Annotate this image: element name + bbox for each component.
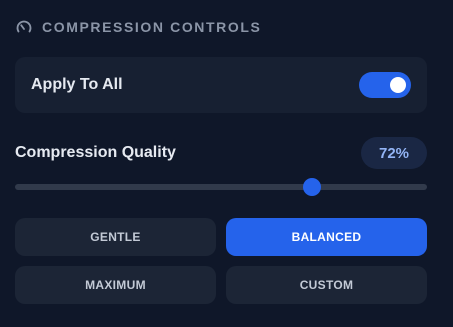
gauge-icon [16, 20, 32, 33]
apply-to-all-label: Apply To All [31, 76, 123, 93]
preset-maximum-button[interactable]: MAXIMUM [15, 266, 216, 304]
panel-header: COMPRESSION CONTROLS [16, 16, 261, 38]
quality-label: Compression Quality [15, 144, 176, 161]
quality-row: Compression Quality 72% [15, 137, 427, 169]
compression-controls-panel: COMPRESSION CONTROLS Apply To All Compre… [0, 0, 453, 327]
panel-title: COMPRESSION CONTROLS [42, 19, 262, 35]
apply-to-all-toggle[interactable] [359, 72, 411, 98]
preset-buttons: GENTLE BALANCED MAXIMUM CUSTOM [15, 218, 427, 304]
slider-track[interactable] [15, 184, 427, 190]
toggle-knob [390, 77, 406, 93]
apply-to-all-row: Apply To All [15, 57, 427, 113]
preset-custom-button[interactable]: CUSTOM [226, 266, 427, 304]
quality-slider[interactable] [15, 178, 427, 196]
preset-balanced-button[interactable]: BALANCED [226, 218, 427, 256]
slider-thumb[interactable] [302, 178, 321, 196]
preset-gentle-button[interactable]: GENTLE [15, 218, 216, 256]
quality-value-badge: 72% [361, 137, 427, 169]
